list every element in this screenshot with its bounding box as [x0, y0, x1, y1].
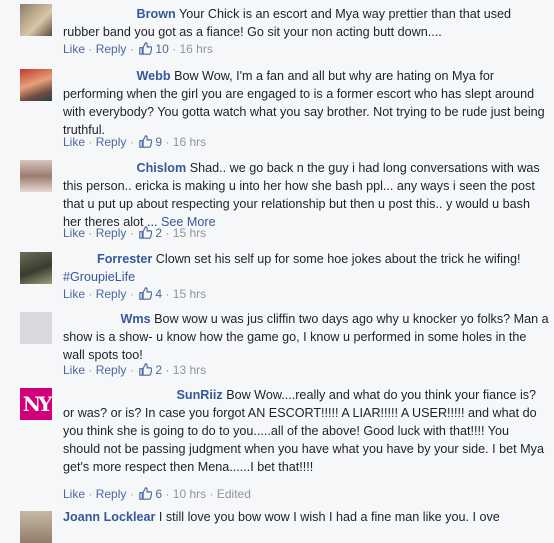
- comment-text: Bow Wow, I'm a fan and all but why are h…: [63, 69, 545, 137]
- like-count[interactable]: 4: [155, 287, 162, 301]
- hashtag-link[interactable]: #GroupieLife: [63, 270, 135, 284]
- thumbs-up-icon: [139, 42, 153, 59]
- commenter-name[interactable]: Webb: [137, 69, 171, 83]
- timestamp[interactable]: 13 hrs: [173, 363, 206, 377]
- comment-actions: Like · Reply · 6 · 10 hrs · Edited: [63, 486, 251, 504]
- comment-text: Clown set his self up for some hoe jokes…: [155, 252, 521, 266]
- comment-body: Wms Bow wow u was jus cliffin two days a…: [63, 310, 549, 364]
- avatar[interactable]: [20, 252, 52, 284]
- comment-body: Joann Locklear I still love you bow wow …: [63, 508, 549, 526]
- comment-actions: Like · Reply · 9 · 16 hrs: [63, 134, 206, 152]
- timestamp[interactable]: 16 hrs: [179, 42, 212, 56]
- commenter-name[interactable]: Joann Locklear: [63, 510, 155, 524]
- timestamp[interactable]: 10 hrs: [173, 487, 206, 501]
- redacted-name: [63, 312, 117, 324]
- redacted-name: [63, 69, 133, 81]
- like-count[interactable]: 9: [155, 135, 162, 149]
- avatar[interactable]: NY: [20, 388, 52, 420]
- timestamp[interactable]: 15 hrs: [173, 287, 206, 301]
- like-count[interactable]: 6: [155, 487, 162, 501]
- commenter-name[interactable]: Wms: [121, 312, 151, 326]
- thumbs-up-icon: [139, 487, 153, 504]
- thumbs-up-icon: [139, 226, 153, 243]
- comment-text: Bow Wow....really and what do you think …: [63, 388, 544, 474]
- yankees-logo: NY: [22, 392, 52, 416]
- commenter-name[interactable]: Brown: [137, 7, 176, 21]
- comment-actions: Like · Reply · 10 · 16 hrs: [63, 41, 213, 59]
- comment-body: SunRiiz Bow Wow....really and what do yo…: [63, 386, 549, 476]
- redacted-name: [63, 7, 133, 19]
- commenter-name[interactable]: Chislom: [137, 161, 187, 175]
- like-count[interactable]: 2: [155, 226, 162, 240]
- like-link[interactable]: Like: [63, 42, 85, 56]
- commenter-name[interactable]: SunRiiz: [177, 388, 223, 402]
- comment-body: Chislom Shad.. we go back n the guy i ha…: [63, 159, 549, 231]
- reply-link[interactable]: Reply: [96, 363, 127, 377]
- like-link[interactable]: Like: [63, 363, 85, 377]
- comment-body: Brown Your Chick is an escort and Mya wa…: [63, 5, 549, 41]
- comment-actions: Like · Reply · 2 · 13 hrs: [63, 362, 206, 380]
- thumbs-up-icon: [139, 135, 153, 152]
- reply-link[interactable]: Reply: [96, 42, 127, 56]
- like-link[interactable]: Like: [63, 287, 85, 301]
- avatar[interactable]: [20, 312, 52, 344]
- reply-link[interactable]: Reply: [96, 135, 127, 149]
- edited-label[interactable]: Edited: [217, 487, 251, 501]
- redacted-name: [63, 161, 133, 173]
- commenter-name[interactable]: Forrester: [97, 252, 152, 266]
- reply-link[interactable]: Reply: [96, 487, 127, 501]
- comment-actions: Like · Reply · 2 · 15 hrs: [63, 225, 206, 243]
- like-count[interactable]: 10: [155, 42, 168, 56]
- avatar[interactable]: [20, 511, 52, 543]
- thumbs-up-icon: [139, 287, 153, 304]
- redacted-name: [63, 388, 173, 400]
- timestamp[interactable]: 15 hrs: [173, 226, 206, 240]
- comment-text: Shad.. we go back n the guy i had long c…: [63, 161, 540, 229]
- like-count[interactable]: 2: [155, 363, 162, 377]
- comment-text: I still love you bow wow I wish I had a …: [158, 510, 500, 524]
- reply-link[interactable]: Reply: [96, 287, 127, 301]
- reply-link[interactable]: Reply: [96, 226, 127, 240]
- comment-actions: Like · Reply · 4 · 15 hrs: [63, 286, 206, 304]
- like-link[interactable]: Like: [63, 487, 85, 501]
- avatar[interactable]: [20, 69, 52, 101]
- thumbs-up-icon: [139, 363, 153, 380]
- comment-body: Forrester Clown set his self up for some…: [63, 250, 549, 286]
- avatar[interactable]: [20, 4, 52, 36]
- like-link[interactable]: Like: [63, 226, 85, 240]
- comment-body: Webb Bow Wow, I'm a fan and all but why …: [63, 67, 549, 139]
- avatar[interactable]: [20, 160, 52, 192]
- timestamp[interactable]: 16 hrs: [173, 135, 206, 149]
- like-link[interactable]: Like: [63, 135, 85, 149]
